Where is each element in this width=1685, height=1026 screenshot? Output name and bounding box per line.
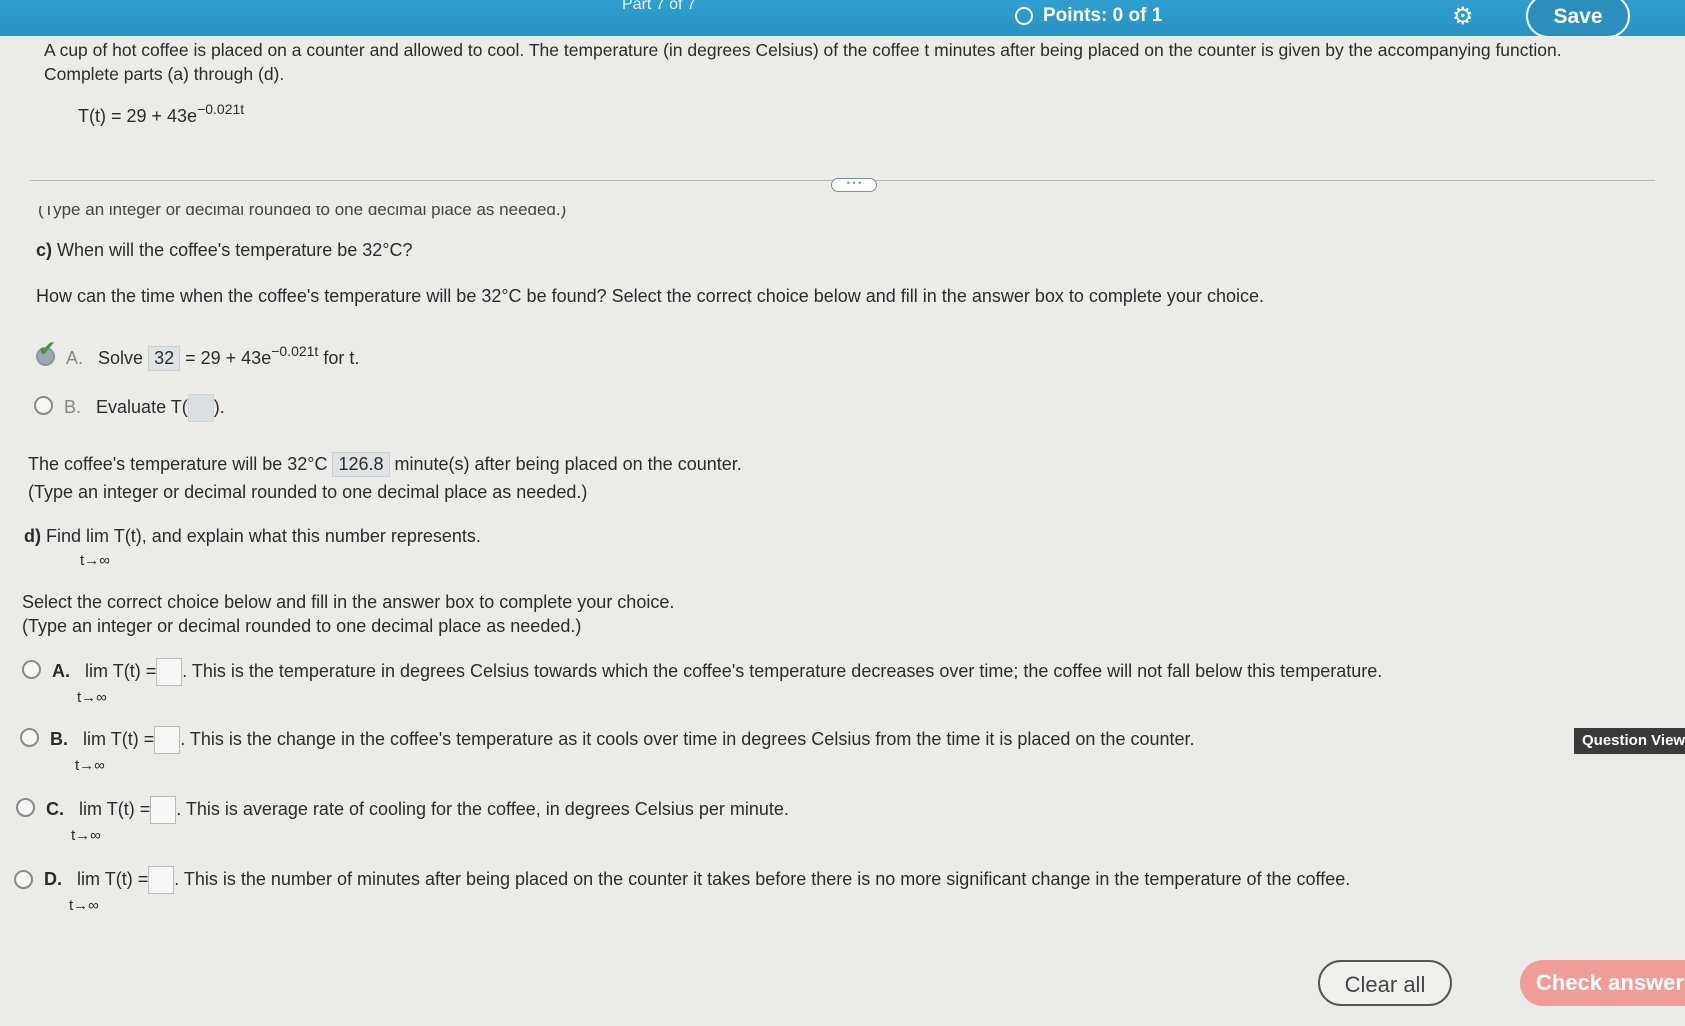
choice-c-a-post: for t.: [323, 348, 360, 368]
choice-d-c-lim: lim t→∞: [71, 798, 103, 844]
part-d-hint: (Type an integer or decimal rounded to o…: [22, 616, 582, 636]
divider-drag-handle[interactable]: • • •: [831, 178, 877, 192]
choice-c-a-equation: = 29 + 43e: [185, 348, 272, 368]
top-bar: Part 7 of 7 Points: 0 of 1 ⚙: [0, 0, 1685, 40]
choice-c-b-letter: B.: [64, 396, 82, 417]
choice-d-b-radio[interactable]: [20, 728, 39, 747]
function-formula: T(t) = 29 + 43e−0.021t: [78, 101, 244, 127]
part-d-find: Find: [46, 526, 82, 546]
part-c-result: The coffee's temperature will be 32°C 12…: [28, 452, 742, 477]
result-pre: The coffee's temperature will be 32°C: [28, 454, 328, 474]
correct-check-icon: ✔: [38, 336, 57, 361]
part-d-label: d): [24, 526, 41, 546]
part-c-how-question: How can the time when the coffee's tempe…: [36, 286, 1264, 306]
question-view-tab[interactable]: Question View: [1574, 728, 1685, 754]
part-c-question-text: When will the coffee's temperature be 32…: [57, 240, 413, 260]
intro-text-line1: A cup of hot coffee is placed on a count…: [44, 40, 1562, 60]
points-text: Points: 0 of 1: [1043, 5, 1163, 26]
choice-c-b[interactable]: B. Evaluate T().: [64, 394, 225, 422]
choice-d-d-expr: T(t) =: [104, 868, 149, 889]
part-d-lim-sub: t→∞: [80, 552, 110, 569]
choice-d-a[interactable]: A. lim t→∞ T(t) = . This is the temperatur…: [52, 658, 1383, 706]
choice-d-d-answer-box[interactable]: [148, 866, 175, 894]
settings-gear-icon[interactable]: ⚙: [1452, 2, 1474, 31]
function-base: T(t) = 29 + 43e: [78, 106, 198, 126]
choice-c-b-answer-box[interactable]: [187, 394, 214, 422]
choice-d-c-answer-box[interactable]: [150, 796, 177, 824]
choice-c-b-pre: Evaluate T(: [96, 396, 188, 417]
choice-d-b-expr: T(t) =: [110, 728, 155, 749]
intro-text-line2: Complete parts (a) through (d).: [44, 64, 285, 84]
part-indicator: Part 7 of 7: [622, 0, 696, 13]
choice-d-a-lim: lim t→∞: [77, 660, 109, 706]
choice-d-c-expr: T(t) =: [106, 798, 151, 819]
choice-d-c-text: . This is average rate of cooling for th…: [176, 798, 789, 819]
choice-d-b-text: . This is the change in the coffee's tem…: [180, 728, 1195, 749]
choice-d-c[interactable]: C. lim t→∞ T(t) = . This is average rate o…: [46, 796, 789, 844]
part-d-select-text: Select the correct choice below and fill…: [22, 592, 675, 612]
choice-d-d-radio[interactable]: [14, 870, 33, 889]
choice-c-a-pre: Solve: [98, 348, 144, 368]
part-c-result-hint: (Type an integer or decimal rounded to o…: [28, 482, 588, 502]
choice-c-a-letter: A.: [66, 348, 84, 368]
choice-c-a-answer-box[interactable]: 32: [148, 346, 181, 371]
choice-c-a-exponent: −0.021t: [271, 343, 319, 359]
choice-d-b-lim: lim t→∞: [75, 728, 107, 774]
choice-c-b-radio[interactable]: [34, 396, 53, 415]
points-indicator: Points: 0 of 1: [1015, 5, 1162, 27]
choice-d-d[interactable]: D. lim t→∞ T(t) = . This is the number of …: [44, 866, 1351, 914]
choice-d-a-expr: T(t) =: [112, 660, 157, 681]
choice-d-b[interactable]: B. lim t→∞ T(t) = . This is the change in …: [50, 726, 1195, 774]
choice-d-a-letter: A.: [52, 660, 70, 681]
choice-d-d-text: . This is the number of minutes after be…: [174, 868, 1351, 889]
result-post: minute(s) after being placed on the coun…: [394, 454, 742, 474]
choice-d-a-text: . This is the temperature in degrees Cel…: [182, 660, 1383, 681]
choice-d-d-letter: D.: [44, 868, 62, 889]
choice-d-b-letter: B.: [50, 728, 68, 749]
save-button[interactable]: Save: [1526, 0, 1630, 38]
choice-d-a-radio[interactable]: [22, 660, 41, 679]
choice-c-b-post: ).: [213, 396, 225, 417]
part-d-question-text: T(t), and explain what this number repre…: [113, 526, 481, 546]
choice-d-b-answer-box[interactable]: [154, 726, 181, 754]
choice-d-c-radio[interactable]: [16, 798, 35, 817]
choice-d-d-lim: lim t→∞: [69, 868, 101, 914]
function-exponent: −0.021t: [197, 101, 245, 117]
part-c-label: c): [36, 240, 53, 260]
choice-c-a[interactable]: A. Solve 32 = 29 + 43e−0.021t for t.: [66, 343, 360, 371]
part-d-question: d) Find lim t→∞ T(t), and explain what th…: [24, 526, 481, 569]
part-c-question: c) When will the coffee's temperature be…: [36, 240, 413, 261]
clear-all-button[interactable]: Clear all: [1318, 960, 1452, 1006]
choice-d-c-letter: C.: [46, 798, 64, 819]
result-answer-box[interactable]: 126.8: [332, 452, 390, 477]
check-answer-button[interactable]: Check answer: [1520, 960, 1685, 1006]
points-circle-icon: [1015, 7, 1033, 25]
part-d-lim: lim t→∞: [80, 526, 110, 569]
choice-d-a-answer-box[interactable]: [156, 658, 183, 686]
